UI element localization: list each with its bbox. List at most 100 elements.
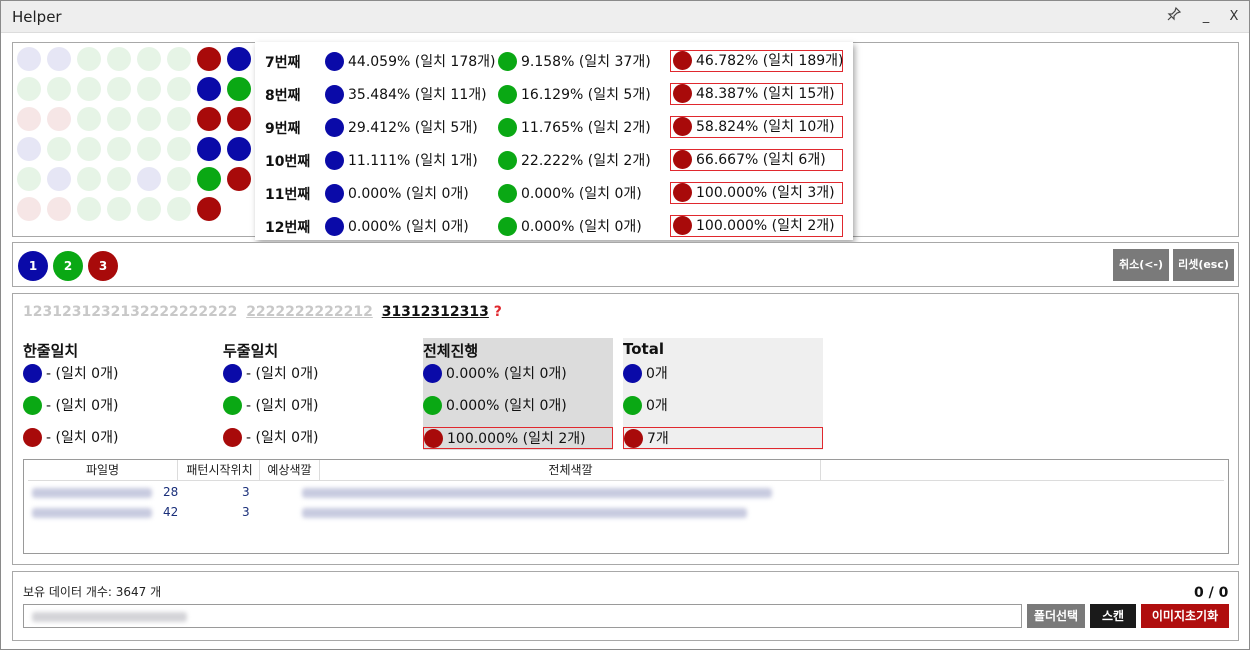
green-probability: 16.129% (일치 5개) [498,84,651,104]
red-probability: 66.667% (일치 6개) [670,149,843,171]
red-dot-icon [673,83,692,103]
red-pick-button[interactable]: 3 [88,251,118,281]
overall-title: 전체진행 [423,342,479,360]
blue-pick-button[interactable]: 1 [18,251,48,281]
nth-label: 12번째 [265,220,311,236]
double-line-title: 두줄일치 [223,342,279,360]
column-header-filename[interactable]: 파일명 [28,460,178,480]
single-line-match: 한줄일치 - (일치 0개) - (일치 0개) - (일치 0개) [23,338,213,450]
bead-light-green [47,77,71,101]
data-count-label: 보유 데이터 개수: 3647 개 [23,585,162,599]
bead-light-green [77,77,101,101]
bead-light-red [17,107,41,131]
bead-blue [197,77,221,101]
start-cell: 42 [163,505,179,519]
column-header-all-colors[interactable]: 전체색깔 [321,460,821,480]
bead-light-green [137,197,161,221]
folder-select-button[interactable]: 폴더선택 [1027,604,1085,628]
blue-dot-icon [325,117,344,137]
bead-light-blue [17,137,41,161]
bead-red [227,107,251,131]
double-line-match: 두줄일치 - (일치 0개) - (일치 0개) - (일치 0개) [223,338,413,450]
blue-probability: 35.484% (일치 11개) [325,84,487,104]
bead-red [197,197,221,221]
bead-light-red [47,107,71,131]
nth-label: 8번째 [265,88,301,104]
bead-light-green [77,47,101,71]
red-probability: 100.000% (일치 3개) [670,182,843,204]
pin-icon[interactable] [1163,6,1185,28]
pattern-result-table[interactable]: 파일명 패턴시작위치 예상색깔 전체색깔 28 3 42 3 [23,459,1229,554]
bead-light-red [17,197,41,221]
total-red: 7개 [647,431,669,447]
bead-light-green [47,137,71,161]
blue-probability: 0.000% (일치 0개) [325,216,469,236]
scan-button[interactable]: 스캔 [1090,604,1136,628]
total-summary: Total 0개 0개 7개 [623,338,823,450]
folder-path-input[interactable] [23,604,1022,628]
bead-light-red [47,197,71,221]
filename-cell [32,488,152,498]
blue-dot-icon [423,363,442,383]
title-bar: Helper _ X [1,1,1249,33]
reset-images-button[interactable]: 이미지초기화 [1141,604,1229,628]
red-dot-icon [673,215,692,235]
minimize-button[interactable]: _ [1195,6,1217,28]
nth-row: 12번째 0.000% (일치 0개) 0.000% (일치 0개) 100.000%… [255,212,853,240]
red-dot-icon [624,428,643,448]
overall-progress: 전체진행 0.000% (일치 0개) 0.000% (일치 0개) 100.0… [423,338,613,450]
single-blue: - (일치 0개) [46,366,119,382]
bead-light-green [167,77,191,101]
bead-red [227,167,251,191]
green-dot-icon [498,51,517,71]
green-probability: 0.000% (일치 0개) [498,183,642,203]
column-header-predicted[interactable]: 예상색깔 [260,460,320,480]
single-red: - (일치 0개) [46,430,119,446]
red-dot-icon [673,116,692,136]
red-probability: 58.824% (일치 10개) [670,116,843,138]
single-green: - (일치 0개) [46,398,119,414]
nth-label: 7번째 [265,55,301,71]
double-green: - (일치 0개) [246,398,319,414]
nth-row: 9번째 29.412% (일치 5개) 11.765% (일치 2개) 58.824%… [255,113,853,141]
bead-light-green [77,137,101,161]
predicted-cell: 3 [242,485,250,499]
blue-dot-icon [325,183,344,203]
blue-probability: 11.111% (일치 1개) [325,150,478,170]
green-dot-icon [223,395,242,415]
overall-red: 100.000% (일치 2개) [447,431,586,447]
blue-dot-icon [325,216,344,236]
red-dot-icon [673,182,692,202]
green-probability: 11.765% (일치 2개) [498,117,651,137]
bead-blue [227,47,251,71]
sequence-current: 31312312313 [381,304,489,320]
blue-dot-icon [623,363,642,383]
undo-button[interactable]: 취소(<-) [1113,249,1169,281]
bead-light-green [77,107,101,131]
bead-light-green [137,137,161,161]
close-button[interactable]: X [1223,6,1245,28]
reset-button[interactable]: 리셋(esc) [1173,249,1234,281]
red-probability: 48.387% (일치 15개) [670,83,843,105]
green-pick-button[interactable]: 2 [53,251,83,281]
blue-probability: 29.412% (일치 5개) [325,117,478,137]
green-dot-icon [623,395,642,415]
bead-light-green [137,77,161,101]
red-dot-icon [673,50,692,70]
green-dot-icon [23,395,42,415]
blue-probability: 44.059% (일치 178개) [325,51,495,71]
red-probability: 46.782% (일치 189개) [670,50,843,72]
bead-light-green [167,137,191,161]
overall-blue: 0.000% (일치 0개) [446,366,567,382]
sequence-line: 1231231232132222222222 2222222222212 313… [23,304,502,320]
blue-probability: 0.000% (일치 0개) [325,183,469,203]
red-probability: 100.000% (일치 2개) [670,215,843,237]
overall-green: 0.000% (일치 0개) [446,398,567,414]
bead-light-green [107,47,131,71]
column-header-start[interactable]: 패턴시작위치 [180,460,260,480]
bead-light-green [137,47,161,71]
bead-light-green [167,47,191,71]
bead-light-green [17,77,41,101]
bead-green [197,167,221,191]
all-colors-cell [302,508,747,518]
